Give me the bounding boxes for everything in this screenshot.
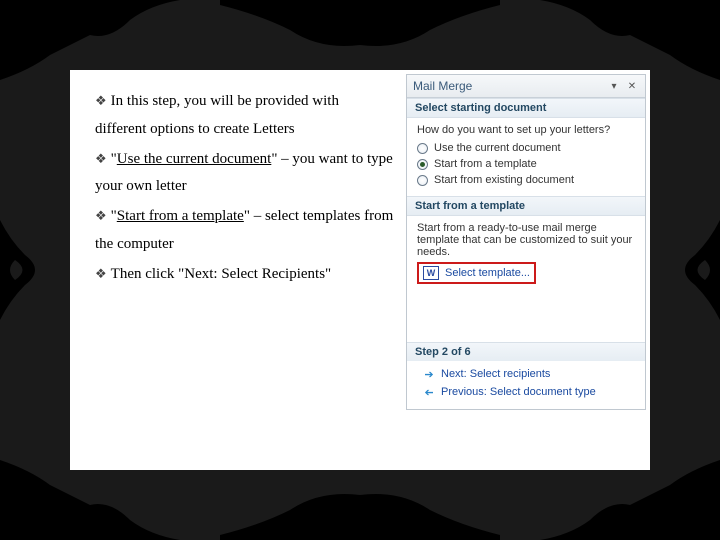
bullet-diamond-icon: ❖ xyxy=(95,204,107,228)
select-template-highlight: W Select template... xyxy=(417,262,536,284)
radio-label: Start from a template xyxy=(434,158,537,170)
select-template-link[interactable]: Select template... xyxy=(445,267,530,279)
section-description: Start from a ready-to-use mail merge tem… xyxy=(417,222,635,258)
ornament-edge-icon xyxy=(220,480,500,540)
previous-step-link[interactable]: ➔ Previous: Select document type xyxy=(407,383,645,401)
ornament-corner-icon xyxy=(0,460,180,540)
radio-icon xyxy=(417,159,428,170)
bullet-1-text: In this step, you will be provided with … xyxy=(95,93,339,137)
arrow-left-icon: ➔ xyxy=(423,386,435,398)
prev-label: Previous: Select document type xyxy=(441,386,596,398)
ornament-side-icon xyxy=(660,220,720,320)
radio-use-current[interactable]: Use the current document xyxy=(417,140,635,156)
radio-icon xyxy=(417,175,428,186)
section-heading-select-starting: Select starting document xyxy=(407,98,645,118)
slide-content: ❖In this step, you will be provided with… xyxy=(70,70,650,470)
ornament-side-icon xyxy=(0,220,60,320)
word-doc-icon: W xyxy=(423,266,439,280)
pane-header: Mail Merge ▾ ✕ xyxy=(407,75,645,98)
next-label: Next: Select recipients xyxy=(441,368,550,380)
mail-merge-pane: Mail Merge ▾ ✕ Select starting document … xyxy=(406,74,646,410)
radio-start-existing[interactable]: Start from existing document xyxy=(417,172,635,188)
radio-label: Use the current document xyxy=(434,142,561,154)
bullet-4-text: Then click "Next: Select Recipients" xyxy=(111,266,332,282)
radio-icon xyxy=(417,143,428,154)
bullet-diamond-icon: ❖ xyxy=(95,89,107,113)
ornament-corner-icon xyxy=(540,460,720,540)
section-question: How do you want to set up your letters? xyxy=(417,124,635,136)
pane-title: Mail Merge xyxy=(413,79,603,93)
radio-start-template[interactable]: Start from a template xyxy=(417,156,635,172)
radio-label: Start from existing document xyxy=(434,174,574,186)
next-step-link[interactable]: ➔ Next: Select recipients xyxy=(407,365,645,383)
bullet-2-underline: Use the current document xyxy=(117,151,272,167)
dropdown-button[interactable]: ▾ xyxy=(607,79,621,93)
bullet-diamond-icon: ❖ xyxy=(95,262,107,286)
bullet-diamond-icon: ❖ xyxy=(95,147,107,171)
section-heading-start-template: Start from a template xyxy=(407,196,645,216)
ornament-corner-icon xyxy=(0,0,180,80)
step-indicator: Step 2 of 6 xyxy=(407,342,645,361)
close-button[interactable]: ✕ xyxy=(625,79,639,93)
ornament-edge-icon xyxy=(220,0,500,60)
ornament-corner-icon xyxy=(540,0,720,80)
instruction-text: ❖In this step, you will be provided with… xyxy=(70,70,406,470)
bullet-3-underline: Start from a template xyxy=(117,208,244,224)
arrow-right-icon: ➔ xyxy=(423,368,435,380)
